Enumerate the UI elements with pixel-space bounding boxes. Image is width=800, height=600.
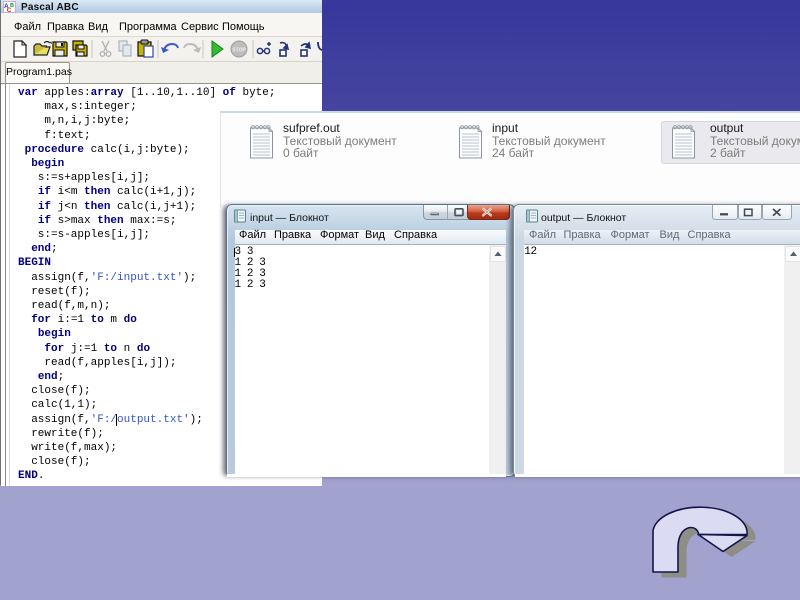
svg-text:STOP: STOP	[232, 48, 246, 54]
